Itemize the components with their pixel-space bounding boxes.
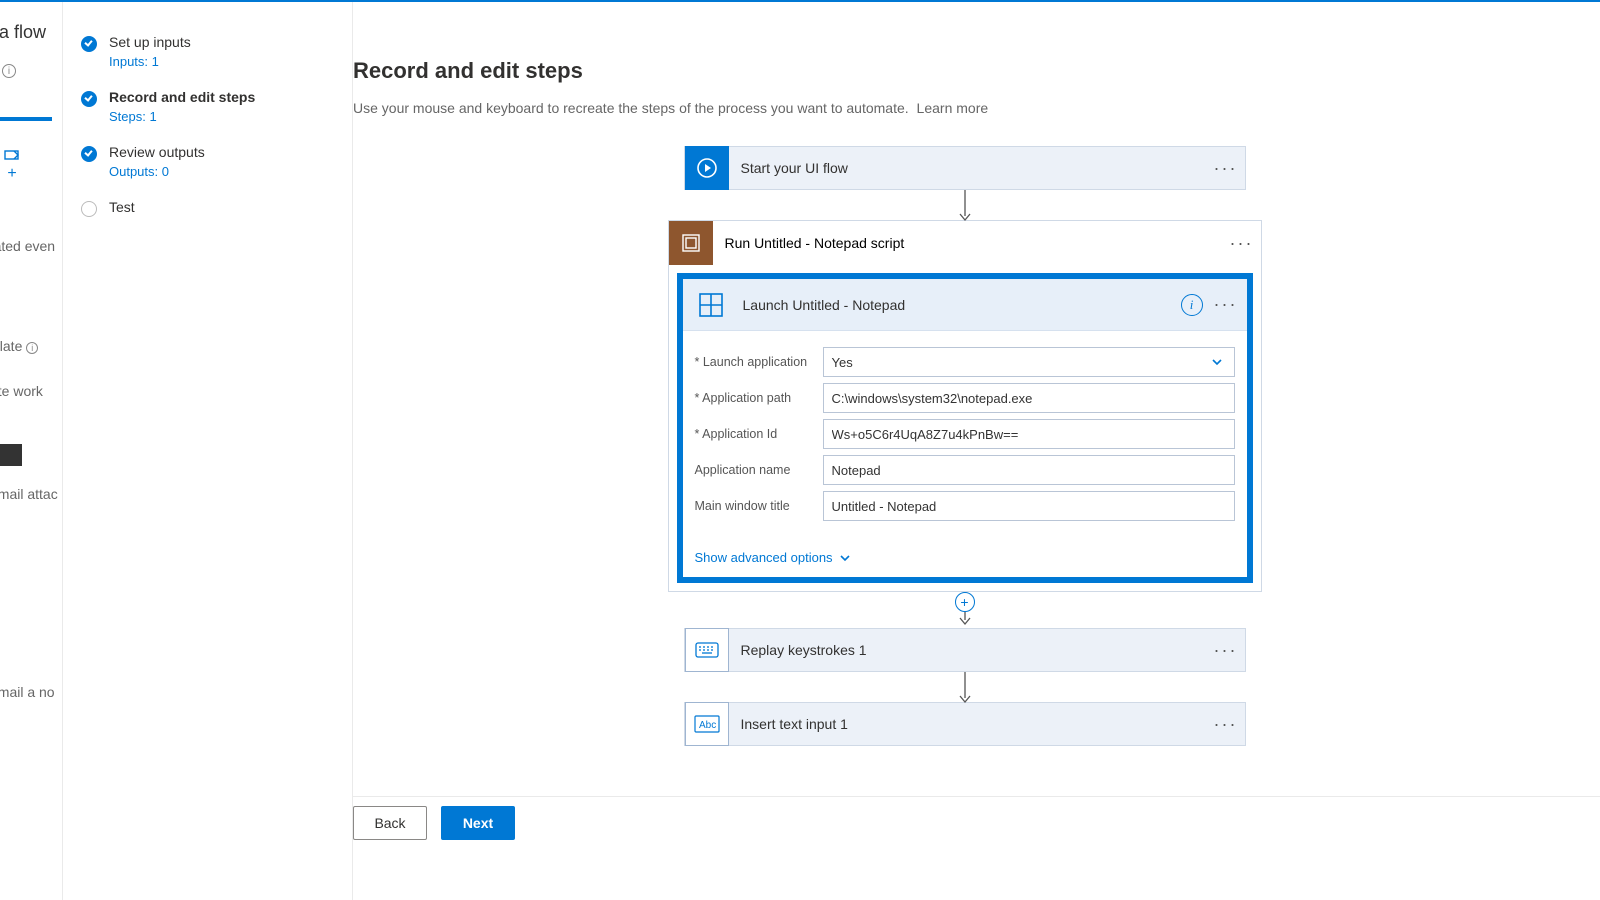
- flow-step-form: * Launch application Yes: [683, 331, 1247, 541]
- application-path-input[interactable]: [823, 383, 1235, 413]
- step-title: Review outputs: [109, 144, 205, 160]
- dark-square-icon: [0, 444, 22, 466]
- keyboard-icon: [685, 628, 729, 672]
- flow-replay-label: Replay keystrokes 1: [729, 642, 1207, 658]
- step-title: Record and edit steps: [109, 89, 255, 105]
- panel-heading: Make a flow: [0, 22, 46, 43]
- play-icon: [685, 146, 729, 190]
- wizard-step-record[interactable]: Record and edit steps Steps: 1: [63, 79, 352, 134]
- wizard-step-outputs[interactable]: Review outputs Outputs: 0: [63, 134, 352, 189]
- back-button[interactable]: Back: [353, 806, 427, 840]
- arrow-connector: [964, 672, 966, 702]
- flow-insert-text-card[interactable]: Abc Insert text input 1 ···: [684, 702, 1246, 746]
- selection-underline: [0, 117, 52, 121]
- step-meta: Inputs: 1: [109, 54, 191, 69]
- add-step-button[interactable]: +: [955, 592, 975, 612]
- show-advanced-label: Show advanced options: [695, 550, 833, 565]
- open-circle-icon: [81, 201, 97, 217]
- launch-icon: [689, 283, 733, 327]
- flow-step-selected: Launch Untitled - Notepad i ··· * Launch…: [677, 273, 1253, 583]
- more-menu-icon[interactable]: ···: [1207, 640, 1245, 661]
- flow-script-container: Run Untitled - Notepad script ··· Launch…: [668, 220, 1262, 592]
- more-menu-icon[interactable]: ···: [1207, 714, 1245, 735]
- step-meta: Outputs: 0: [109, 164, 205, 179]
- flow-replay-card[interactable]: Replay keystrokes 1 ···: [684, 628, 1246, 672]
- clipped-text: gnated even: [0, 238, 55, 254]
- arrow-connector: [964, 190, 966, 220]
- field-launch-application: * Launch application Yes: [695, 347, 1235, 377]
- flow-step-label: Launch Untitled - Notepad: [733, 297, 1181, 313]
- field-label: Application path: [702, 391, 791, 405]
- footer-bar: Back Next: [353, 796, 1600, 848]
- launch-application-select[interactable]: Yes: [823, 347, 1235, 377]
- more-menu-icon[interactable]: ···: [1223, 233, 1261, 254]
- field-application-name: Application name: [695, 455, 1235, 485]
- left-clipped-panel: Make a flow i + gnated even plate i ote …: [0, 2, 63, 900]
- wizard-step-test[interactable]: Test: [63, 189, 352, 227]
- clipped-text: email a no: [0, 684, 55, 700]
- flow-canvas: Start your UI flow ··· Run Untitled - No…: [353, 116, 1576, 746]
- flow-script-label: Run Untitled - Notepad script: [713, 235, 1223, 251]
- plus-icon: +: [7, 166, 16, 182]
- select-value: Yes: [832, 355, 853, 370]
- field-label: Application Id: [702, 427, 777, 441]
- step-meta: Steps: 1: [109, 109, 255, 124]
- field-label: Application name: [695, 463, 791, 477]
- clipped-text: email attac: [0, 486, 58, 502]
- flow-step-header[interactable]: Launch Untitled - Notepad i ···: [683, 279, 1247, 331]
- script-icon: [669, 221, 713, 265]
- svg-text:Abc: Abc: [699, 720, 716, 731]
- check-icon: [81, 91, 97, 107]
- clipped-text: ote work: [0, 383, 43, 399]
- show-advanced-link[interactable]: Show advanced options: [695, 550, 851, 565]
- step-title: Test: [109, 199, 135, 215]
- check-icon: [81, 146, 97, 162]
- wizard-steps-panel: Set up inputs Inputs: 1 Record and edit …: [63, 2, 353, 900]
- clipped-text: plate i: [0, 338, 38, 354]
- add-step-icons[interactable]: +: [4, 148, 20, 182]
- main-area: Record and edit steps Use your mouse and…: [353, 2, 1600, 900]
- application-id-input[interactable]: [823, 419, 1235, 449]
- step-title: Set up inputs: [109, 34, 191, 50]
- page-subtitle: Use your mouse and keyboard to recreate …: [353, 100, 1576, 116]
- application-name-input[interactable]: [823, 455, 1235, 485]
- text-input-icon: Abc: [685, 702, 729, 746]
- chevron-down-icon: [839, 552, 851, 564]
- info-icon: i: [2, 64, 16, 78]
- next-label: Next: [463, 815, 493, 831]
- next-button[interactable]: Next: [441, 806, 515, 840]
- more-menu-icon[interactable]: ···: [1211, 294, 1241, 315]
- field-application-path: * Application path: [695, 383, 1235, 413]
- check-icon: [81, 36, 97, 52]
- chevron-down-icon: [1210, 355, 1224, 369]
- field-application-id: * Application Id: [695, 419, 1235, 449]
- back-label: Back: [374, 815, 405, 831]
- learn-more-link[interactable]: Learn more: [917, 100, 989, 116]
- more-menu-icon[interactable]: ···: [1207, 158, 1245, 179]
- field-label: Launch application: [703, 355, 807, 369]
- flow-script-header[interactable]: Run Untitled - Notepad script ···: [669, 221, 1261, 265]
- field-label: Main window title: [695, 499, 790, 513]
- flag-icon: [4, 148, 20, 162]
- main-window-title-input[interactable]: [823, 491, 1235, 521]
- flow-insert-text-label: Insert text input 1: [729, 716, 1207, 732]
- field-main-window-title: Main window title: [695, 491, 1235, 521]
- flow-start-label: Start your UI flow: [729, 160, 1207, 176]
- info-icon[interactable]: i: [1181, 294, 1203, 316]
- wizard-step-inputs[interactable]: Set up inputs Inputs: 1: [63, 24, 352, 79]
- flow-start-card[interactable]: Start your UI flow ···: [684, 146, 1246, 190]
- page-title: Record and edit steps: [353, 58, 1576, 84]
